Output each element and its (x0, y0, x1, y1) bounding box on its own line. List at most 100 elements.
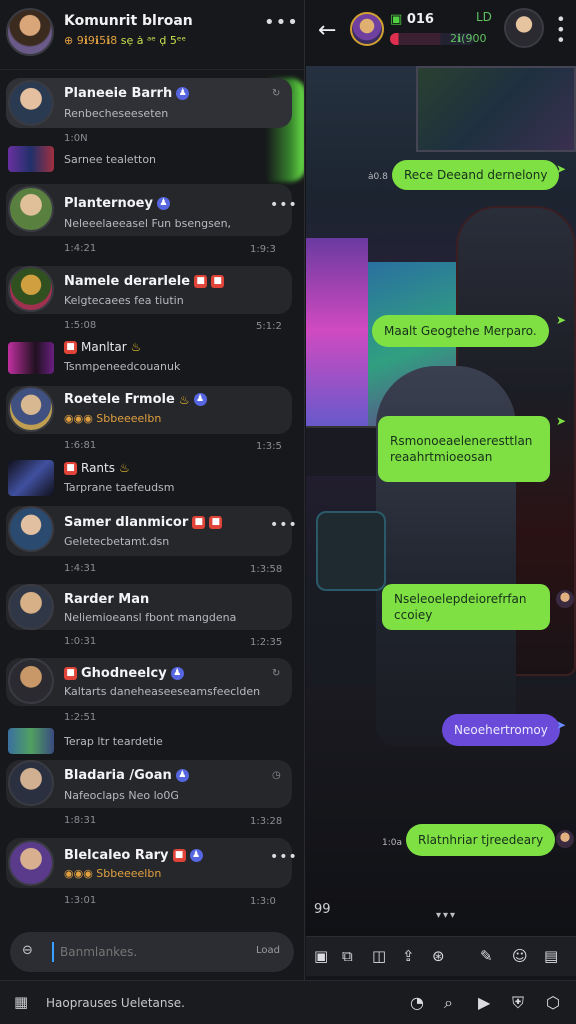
chat-item-meta: 1:9:3 (250, 244, 276, 255)
sent-icon: ➤ (556, 313, 567, 327)
message-text: Rsmonoeaeleneresttlan reaahrtmioeosan (390, 434, 533, 464)
wallpaper-keyboard (306, 426, 386, 476)
status-icon: ▣ (390, 12, 403, 27)
media-thumbnail[interactable] (8, 342, 54, 374)
chat-more-icon[interactable]: ••• (270, 850, 298, 864)
back-arrow-icon[interactable]: ← (318, 18, 336, 43)
message-text: Nseleoelepdeiorefrfan ccoiey (394, 592, 527, 622)
chat-item-message: Kaltarts daneheaseeseamsfeeclden (64, 685, 261, 698)
game-minimap (416, 66, 576, 152)
globe-icon[interactable]: ⊛ (432, 947, 445, 965)
group-title: Komunrit blroan (64, 13, 193, 29)
chat-item-time: 1:4:21 (64, 243, 97, 254)
chat-item-message: Kelgtecaees fea tiutin (64, 294, 184, 307)
pen-icon[interactable]: ✎ (480, 947, 493, 965)
chat-item-message: ◉◉◉ Sbbeeeelbn (64, 412, 162, 425)
chat-item-time: 1:4:31 (64, 563, 97, 574)
media-thumbnail[interactable] (8, 460, 54, 496)
chat-view-title: ▣ 016 (390, 12, 434, 27)
chat-item-meta: 1:3:58 (250, 564, 283, 575)
chat-item-name-text: Blelcaleo Rary (64, 848, 169, 863)
chat-item-meta: 1:3:0 (250, 896, 276, 907)
profile-avatar[interactable] (504, 8, 544, 48)
chat-item-name: Namele derarlele ■ ■ (64, 274, 225, 289)
flame-icon: ♨ (130, 340, 142, 354)
chat-item-name-text: Samer dlanmicor (64, 515, 189, 530)
upload-icon[interactable]: ⇪ (402, 947, 415, 965)
chat-item-meta: 1:3:28 (250, 816, 283, 827)
chat-sub-name-text: Manltar (81, 340, 127, 354)
message-bubble[interactable]: Rlatnhriar tjreedeary (406, 824, 556, 856)
chat-sub-name: ■ Manltar ♨ (64, 340, 141, 354)
search-icon[interactable]: ⌕ (444, 993, 453, 1013)
media-thumbnail[interactable] (8, 146, 54, 172)
chat-item-message: ◉◉◉ Sbbeeeelbn (64, 867, 162, 880)
chat-sub-name-text: Rants (81, 461, 115, 475)
menu-icon[interactable]: ••• (551, 14, 570, 45)
search-bar[interactable]: ⊖ Load (10, 932, 294, 972)
typing-indicator: ▾▾▾ (436, 910, 458, 921)
more-options-icon[interactable]: ••• (264, 14, 299, 32)
app-icon[interactable]: ▦ (14, 993, 28, 1011)
puzzle-icon[interactable]: ⧉ (342, 947, 353, 965)
avatar (8, 840, 54, 886)
chat-item-name: Roetele Frmole ♨ ♟ (64, 392, 207, 407)
search-input[interactable] (60, 940, 230, 964)
chat-more-icon[interactable]: ••• (270, 518, 298, 532)
search-action[interactable]: Load (256, 945, 280, 956)
verified-icon: ♟ (189, 849, 203, 862)
sent-icon: ➤ (556, 414, 567, 428)
app-root: Komunrit blroan ⊕ 9ℹ9ℹ5ℹ8 sẹ ȧ ᵃᵉ ḍ 5ᵉᵉ … (0, 0, 576, 1024)
chat-list-header: Komunrit blroan ⊕ 9ℹ9ℹ5ℹ8 sẹ ȧ ᵃᵉ ḍ 5ᵉᵉ … (0, 0, 304, 70)
sync-icon: ↻ (272, 668, 281, 679)
message-bubble[interactable]: Nseleoelepdeiorefrfan ccoiey (382, 584, 550, 630)
verified-icon: ♟ (170, 667, 184, 680)
chat-sub-message: Tarprane taefeudsm (64, 481, 175, 494)
media-thumbnail[interactable] (8, 728, 54, 754)
video-icon[interactable]: ▣ (314, 947, 328, 965)
gift-icon[interactable]: ▤ (544, 947, 558, 965)
message-bubble[interactable]: Rsmonoeaeleneresttlan reaahrtmioeosan (378, 416, 550, 482)
chat-item-time: 1:6:81 (64, 440, 97, 451)
badge-icon: ■ (64, 667, 77, 680)
smile-icon[interactable]: ☺ (512, 947, 528, 965)
chat-item-message: Geletecbetamt.dsn (64, 535, 170, 548)
message-time: ȧ0.8 (368, 172, 388, 182)
bottom-status-text: Haoprauses Ueletanse. (46, 996, 185, 1010)
timer-icon[interactable]: ◔ (410, 993, 424, 1012)
verified-icon: ♟ (175, 769, 189, 782)
avatar (8, 80, 54, 126)
search-icon: ⊖ (22, 943, 33, 958)
message-time: 1:0a (382, 838, 402, 848)
chat-item-name-text: Roetele Frmole (64, 392, 175, 407)
message-bubble[interactable]: Maalt Geogtehe Merparo. (372, 315, 549, 347)
read-avatar (556, 830, 574, 848)
sticker-icon[interactable]: ◫ (372, 947, 386, 965)
chat-item-name-text: Bladaria /Goan (64, 768, 172, 783)
avatar (8, 266, 54, 312)
chat-item-meta: 1:3:5 (256, 441, 282, 452)
badge-icon: ■ (192, 516, 206, 529)
chat-item-name-text: Namele derarlele (64, 274, 191, 289)
read-count: 99 (314, 902, 331, 917)
verified-icon: ♟ (156, 197, 170, 210)
verified-icon: ♟ (176, 87, 190, 100)
chat-sub-message: Sarnee tealetton (64, 153, 157, 166)
read-avatar (556, 590, 574, 608)
play-icon[interactable]: ▶ (478, 993, 490, 1012)
chat-item-name-text: Planternoey (64, 196, 153, 211)
group-avatar[interactable] (6, 8, 54, 56)
message-bubble[interactable]: Neoehertromoy (442, 714, 560, 746)
message-bubble[interactable]: Rece Deeand dernelony (392, 160, 560, 190)
avatar (8, 186, 54, 232)
cube-icon[interactable]: ⬡ (546, 993, 560, 1012)
contact-avatar[interactable] (350, 12, 384, 46)
wallpaper-controller (316, 511, 386, 591)
shield-icon[interactable]: ⛨ (512, 993, 524, 1013)
flame-icon: ♨ (178, 392, 190, 407)
group-subtitle: ⊕ 9ℹ9ℹ5ℹ8 sẹ ȧ ᵃᵉ ḍ 5ᵉᵉ (64, 34, 186, 47)
group-subtitle-text: ⊕ 9ℹ9ℹ5ℹ8 (64, 34, 118, 47)
avatar (8, 584, 54, 630)
chat-more-icon[interactable]: ••• (270, 198, 298, 212)
verified-icon: ♟ (193, 393, 207, 406)
